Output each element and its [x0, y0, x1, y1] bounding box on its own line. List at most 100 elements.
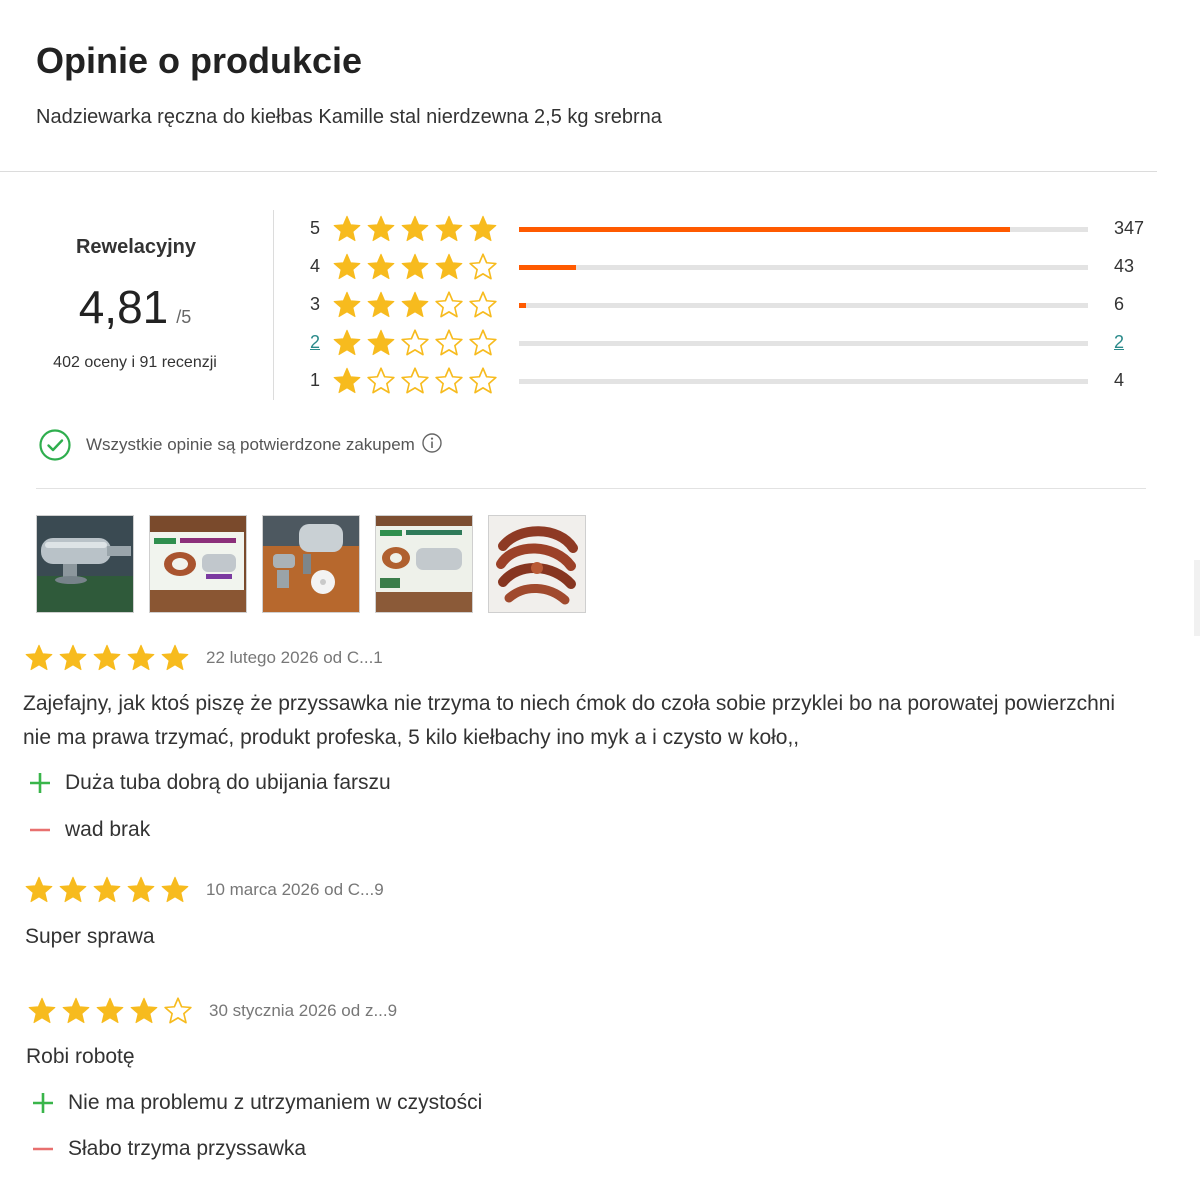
distribution-count-link[interactable]: 2 — [1114, 332, 1124, 353]
photo-stuffer-parts-on-table — [263, 516, 359, 612]
review-text: Super sprawa — [25, 925, 155, 948]
review-date-author: 22 lutego 2026 od C...1 — [206, 648, 383, 667]
review-pro-text: Nie ma problemu z utrzymaniem w czystośc… — [68, 1091, 483, 1114]
star-filled-icon — [127, 644, 155, 671]
star-filled-icon — [96, 997, 124, 1024]
review-header: 30 stycznia 2026 od z...9 — [27, 996, 397, 1026]
score-max: /5 — [176, 307, 192, 327]
distribution-label: 1 — [310, 370, 321, 390]
star-filled-icon — [130, 997, 158, 1024]
star-filled-icon — [435, 215, 463, 242]
stars-rating — [332, 290, 498, 320]
check-circle-icon — [39, 429, 71, 461]
page-title: Opinie o produkcie — [36, 40, 363, 81]
star-empty-icon — [401, 367, 429, 394]
distribution-row-2[interactable]: 2 2 — [310, 328, 1155, 358]
stars-rating — [332, 328, 498, 358]
side-tab[interactable] — [1194, 560, 1200, 636]
star-empty-icon — [469, 329, 497, 356]
photo-homemade-sausages — [489, 516, 585, 612]
review-date-author: 10 marca 2026 od C...9 — [206, 880, 384, 899]
distribution-bar — [519, 303, 1088, 308]
distribution-bar-fill — [519, 303, 526, 308]
distribution-row-1[interactable]: 1 4 — [310, 366, 1155, 396]
verified-text: Wszystkie opinie są potwierdzone zakupem — [86, 435, 415, 454]
review-con: wad brak — [28, 818, 150, 842]
star-empty-icon — [164, 997, 192, 1024]
star-filled-icon — [367, 291, 395, 318]
distribution-bar — [519, 379, 1088, 384]
star-filled-icon — [333, 215, 361, 242]
distribution-row-3[interactable]: 3 6 — [310, 290, 1155, 320]
star-filled-icon — [59, 644, 87, 671]
review-pro: Nie ma problemu z utrzymaniem w czystośc… — [31, 1091, 482, 1115]
star-empty-icon — [401, 329, 429, 356]
distribution-row-5[interactable]: 5 347 — [310, 214, 1155, 244]
distribution-bar — [519, 341, 1088, 346]
star-filled-icon — [25, 876, 53, 903]
distribution-row-4[interactable]: 4 43 — [310, 252, 1155, 282]
star-filled-icon — [401, 215, 429, 242]
star-filled-icon — [161, 876, 189, 903]
photo-thumbnail-3[interactable] — [262, 515, 360, 613]
review-con-text: Słabo trzyma przyssawka — [68, 1137, 307, 1160]
review-header: 10 marca 2026 od C...9 — [24, 875, 384, 905]
review-con-text: wad brak — [65, 818, 151, 841]
distribution-bar-fill — [519, 265, 576, 270]
star-filled-icon — [435, 253, 463, 280]
star-filled-icon — [367, 253, 395, 280]
star-filled-icon — [333, 367, 361, 394]
section-divider — [36, 488, 1146, 489]
photo-thumbnail-5[interactable] — [488, 515, 586, 613]
verified-notice: Wszystkie opinie są potwierdzone zakupem — [38, 428, 443, 462]
stars-rating — [332, 252, 498, 282]
photo-thumbnail-4[interactable] — [375, 515, 473, 613]
star-filled-icon — [367, 215, 395, 242]
stars-rating — [332, 214, 498, 244]
star-filled-icon — [93, 644, 121, 671]
review-photos — [36, 515, 586, 613]
star-filled-icon — [333, 291, 361, 318]
star-empty-icon — [435, 329, 463, 356]
star-empty-icon — [435, 291, 463, 318]
photo-product-box-front — [150, 516, 246, 612]
product-name: Nadziewarka ręczna do kiełbas Kamille st… — [36, 106, 662, 128]
star-filled-icon — [28, 997, 56, 1024]
photo-thumbnail-1[interactable] — [36, 515, 134, 613]
star-filled-icon — [161, 644, 189, 671]
header-divider — [0, 171, 1157, 172]
minus-icon — [30, 828, 50, 832]
distribution-label-link[interactable]: 2 — [310, 332, 326, 353]
distribution-label: 5 — [310, 218, 321, 238]
star-empty-icon — [469, 291, 497, 318]
photo-sausage-stuffer-steel — [37, 516, 133, 612]
info-icon[interactable] — [421, 432, 443, 459]
review-con: Słabo trzyma przyssawka — [31, 1137, 306, 1161]
review-header: 22 lutego 2026 od C...1 — [24, 643, 383, 673]
plus-icon — [30, 773, 50, 793]
photo-product-box-side — [376, 516, 472, 612]
rating-verdict: Rewelacyjny — [75, 236, 197, 258]
distribution-count: 347 — [1114, 218, 1145, 238]
star-filled-icon — [469, 215, 497, 242]
review-date-author: 30 stycznia 2026 od z...9 — [209, 1001, 398, 1020]
review-text: Robi robotę — [26, 1045, 135, 1068]
review-text: Zajefajny, jak ktoś piszę że przyssawka … — [23, 692, 1116, 749]
distribution-count: 4 — [1114, 370, 1125, 390]
star-empty-icon — [367, 367, 395, 394]
distribution-bar — [519, 227, 1088, 232]
stars-rating — [332, 366, 498, 396]
star-empty-icon — [435, 367, 463, 394]
review-pro-text: Duża tuba dobrą do ubijania farszu — [65, 771, 391, 794]
star-filled-icon — [367, 329, 395, 356]
distribution-label: 4 — [310, 256, 321, 276]
distribution-count: 43 — [1114, 256, 1135, 276]
star-filled-icon — [59, 876, 87, 903]
photo-thumbnail-2[interactable] — [149, 515, 247, 613]
star-filled-icon — [333, 329, 361, 356]
plus-icon — [33, 1093, 53, 1113]
review-stars — [24, 643, 190, 673]
star-filled-icon — [62, 997, 90, 1024]
star-empty-icon — [469, 367, 497, 394]
distribution-label: 3 — [310, 294, 321, 314]
